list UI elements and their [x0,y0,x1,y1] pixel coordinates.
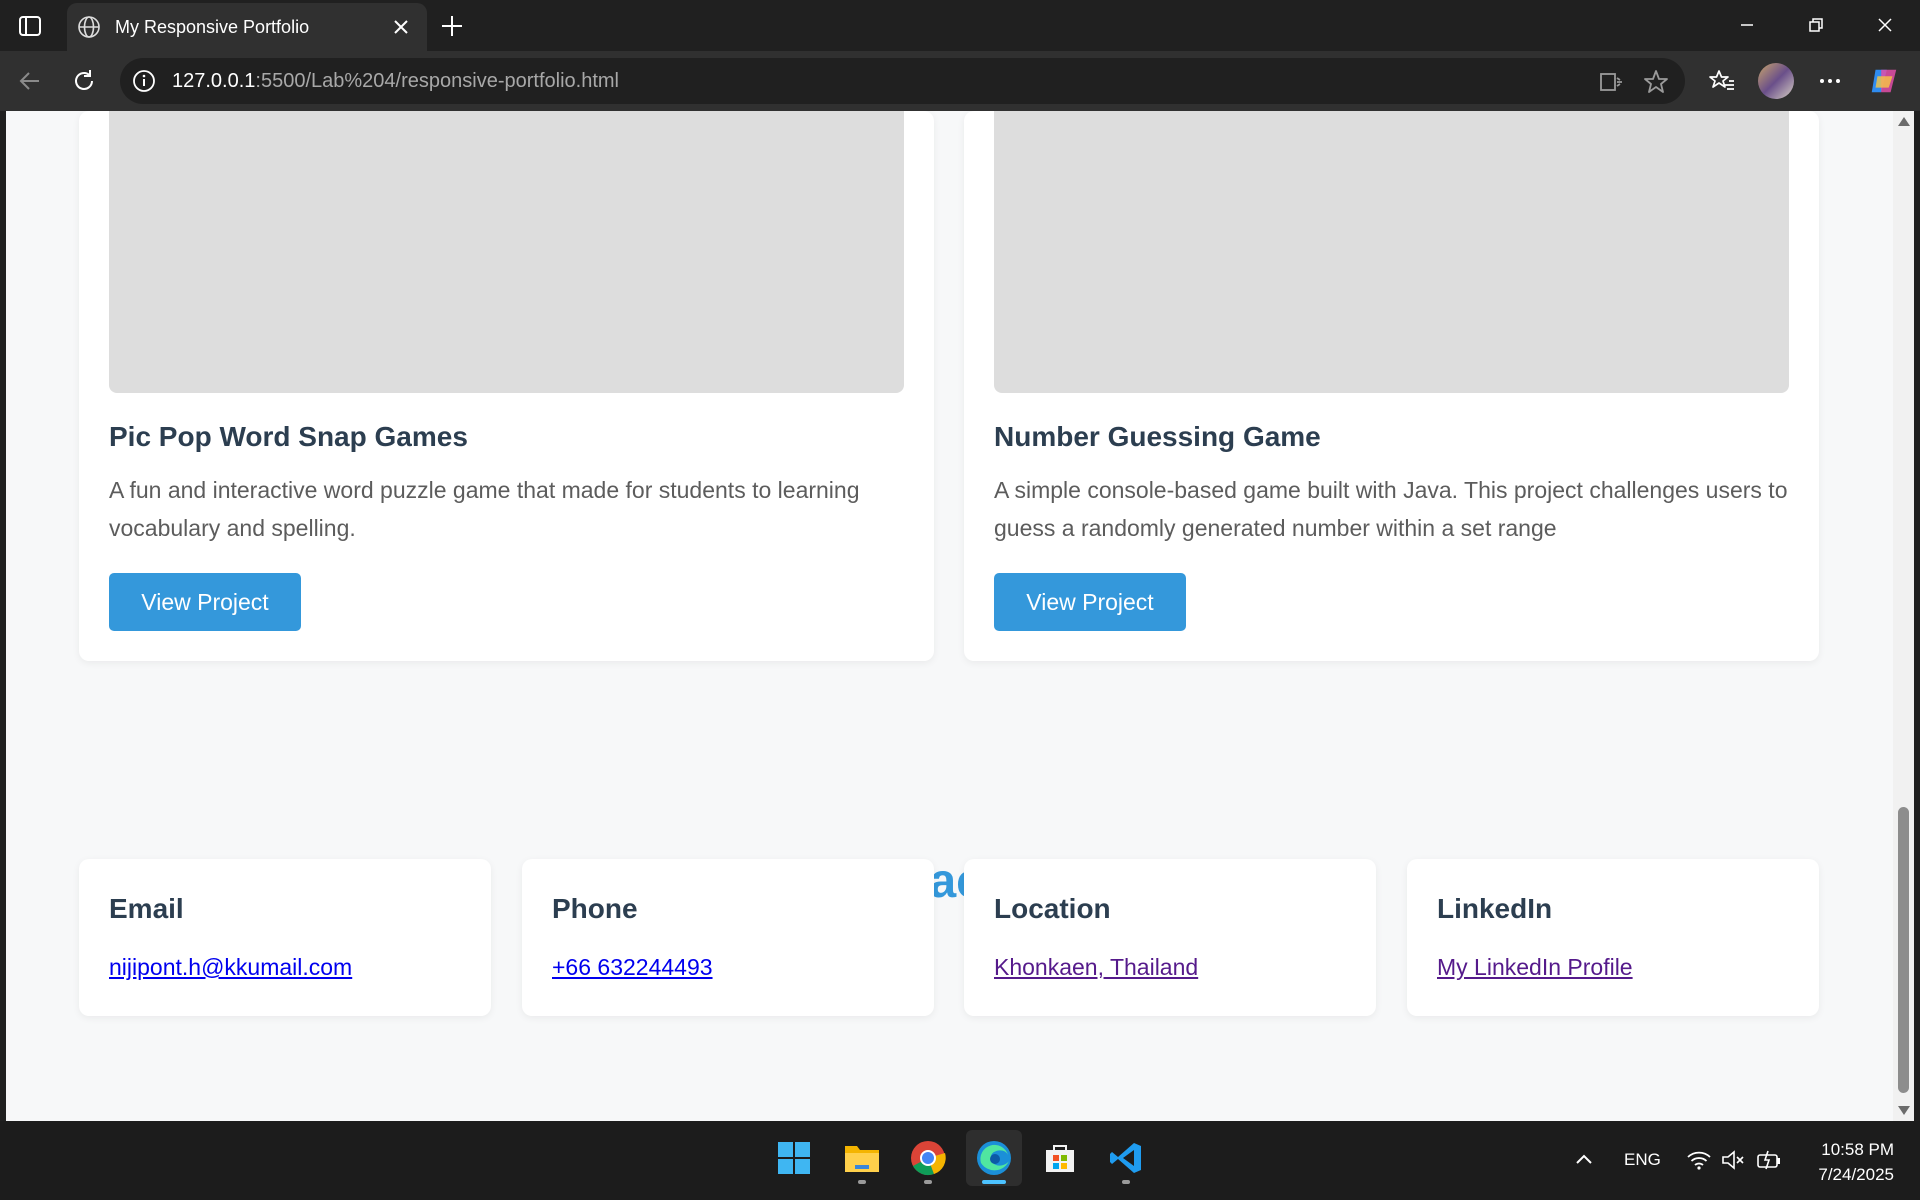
start-icon[interactable] [766,1130,822,1186]
chrome-icon[interactable] [900,1130,956,1186]
linkedin-link[interactable]: My LinkedIn Profile [1437,954,1633,981]
url-text[interactable]: 127.0.0.1:5500/Lab%204/responsive-portfo… [172,70,619,92]
edge-icon[interactable] [966,1130,1022,1186]
contact-card-linkedin: LinkedIn My LinkedIn Profile [1407,859,1819,1016]
address-bar[interactable]: 127.0.0.1:5500/Lab%204/responsive-portfo… [120,58,1685,104]
back-icon[interactable] [14,65,46,97]
battery-charging-icon[interactable] [1756,1147,1782,1173]
favorite-star-icon[interactable] [1642,68,1670,96]
input-language[interactable]: ENG [1624,1150,1661,1170]
minimize-icon[interactable] [1727,8,1767,42]
profile-avatar[interactable] [1758,63,1794,99]
email-link[interactable]: nijipont.h@kkumail.com [109,954,352,981]
page-viewport: Pic Pop Word Snap Games A fun and intera… [6,111,1893,1121]
more-options-icon[interactable] [1814,65,1846,97]
reload-icon[interactable] [68,65,100,97]
clock-date[interactable]: 7/24/2025 [1806,1165,1894,1185]
scroll-down-arrow-icon[interactable] [1898,1106,1910,1115]
browser-tab-active[interactable]: My Responsive Portfolio [67,3,427,51]
view-project-button[interactable]: View Project [994,573,1186,631]
window-frame [1914,111,1920,1121]
close-window-icon[interactable] [1865,8,1905,42]
chevron-up-icon[interactable] [1571,1147,1597,1173]
project-title: Number Guessing Game [994,421,1321,452]
browser-toolbar: 127.0.0.1:5500/Lab%204/responsive-portfo… [0,51,1920,111]
scroll-thumb[interactable] [1898,807,1909,1093]
project-title: Pic Pop Word Snap Games [109,421,468,452]
vscode-icon[interactable] [1098,1130,1154,1186]
site-info-icon[interactable] [132,69,156,93]
file-explorer-icon[interactable] [834,1130,890,1186]
microsoft-store-icon[interactable] [1032,1130,1088,1186]
view-project-button[interactable]: View Project [109,573,301,631]
immersive-reader-icon[interactable] [1598,68,1626,96]
tab-title: My Responsive Portfolio [115,17,310,37]
project-description: A simple console-based game built with J… [994,477,1788,541]
project-description: A fun and interactive word puzzle game t… [109,477,860,541]
project-card: Number Guessing Game A simple console-ba… [964,111,1819,661]
project-card: Pic Pop Word Snap Games A fun and intera… [79,111,934,661]
new-tab-icon[interactable] [438,12,466,40]
globe-icon [77,15,101,39]
scroll-up-arrow-icon[interactable] [1898,117,1910,126]
contact-card-location: Location Khonkaen, Thailand [964,859,1376,1016]
contact-card-phone: Phone +66 632244493 [522,859,934,1016]
browser-titlebar: My Responsive Portfolio [0,0,1920,51]
taskbar: ENG 10:58 PM 7/24/2025 [0,1121,1920,1200]
tab-actions-icon[interactable] [14,12,46,40]
wifi-icon[interactable] [1686,1147,1712,1173]
project-image-placeholder [109,111,904,393]
contact-title: Email [109,893,184,924]
restore-icon[interactable] [1796,8,1836,42]
favorites-icon[interactable] [1706,65,1738,97]
copilot-icon[interactable] [1868,65,1900,97]
location-link[interactable]: Khonkaen, Thailand [994,954,1198,981]
contact-title: Phone [552,893,638,924]
volume-muted-icon[interactable] [1720,1147,1746,1173]
contact-card-email: Email nijipont.h@kkumail.com [79,859,491,1016]
page-scrollbar[interactable] [1893,111,1914,1121]
contact-title: LinkedIn [1437,893,1553,924]
phone-link[interactable]: +66 632244493 [552,954,713,981]
clock-time[interactable]: 10:58 PM [1816,1140,1894,1160]
project-image-placeholder [994,111,1789,393]
contact-title: Location [994,893,1111,924]
close-tab-icon[interactable] [389,15,413,39]
